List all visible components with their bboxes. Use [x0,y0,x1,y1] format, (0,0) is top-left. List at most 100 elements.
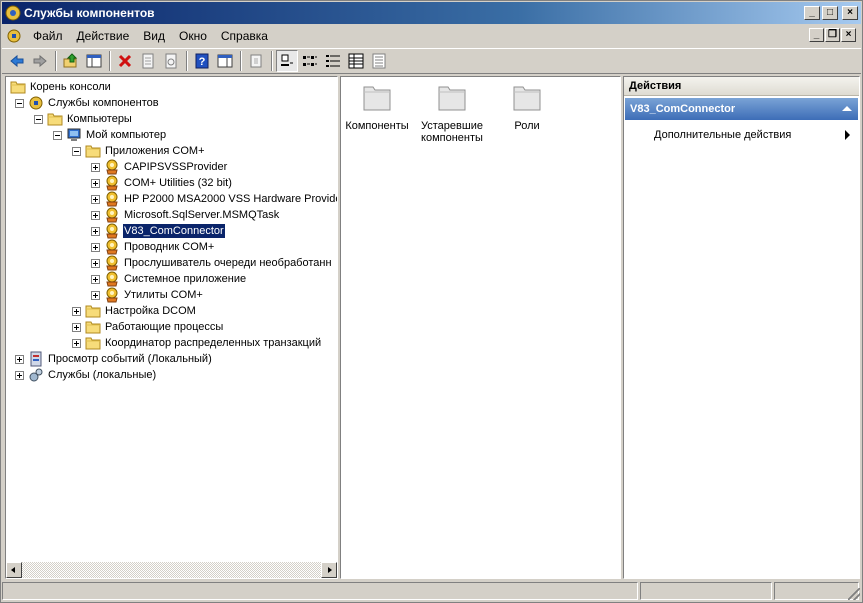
expand-plus-icon[interactable] [72,338,81,348]
title-bar[interactable]: Службы компонентов _ □ × [2,2,861,24]
up-level-button[interactable] [60,50,82,72]
small-icons-button[interactable] [299,50,321,72]
tree-node-label[interactable]: Координатор распределенных транзакций [104,336,322,350]
tree-node[interactable]: Корень консоли [10,79,112,95]
tree-node-label[interactable]: Системное приложение [123,272,247,286]
tree-node-label[interactable]: Прослушиватель очереди необработанн [123,256,333,270]
collapse-minus-icon[interactable] [53,130,62,140]
tree-node-label[interactable]: CAPIPSVSSProvider [123,160,228,174]
expand-plus-icon[interactable] [91,178,100,188]
tree-node-label[interactable]: V83_ComConnector [122,223,226,239]
large-icons-button[interactable] [276,50,298,72]
expand-plus-icon[interactable] [91,258,100,268]
tree-node-label[interactable]: COM+ Utilities (32 bit) [123,176,233,190]
mdi-close-button[interactable]: × [841,28,856,42]
mdi-minimize-button[interactable]: _ [809,28,824,42]
tree-node[interactable]: Компьютеры [34,111,133,127]
tree-node-label[interactable]: Мой компьютер [85,128,167,142]
collapse-minus-icon[interactable] [34,114,43,124]
properties-button[interactable] [137,50,159,72]
menu-file[interactable]: Файл [26,26,70,46]
tree-node-label[interactable]: Утилиты COM+ [123,288,204,302]
menu-window[interactable]: Окно [172,26,214,46]
expand-plus-icon[interactable] [72,306,81,316]
expand-plus-icon[interactable] [91,242,100,252]
tree-node[interactable]: Службы компонентов [15,95,160,111]
show-actions-icon [217,54,233,68]
menu-help[interactable]: Справка [214,26,275,46]
content-item-roles[interactable]: Роли [491,82,563,132]
expand-plus-icon[interactable] [91,210,100,220]
scroll-left-button[interactable] [6,562,22,578]
mmc-document-icon[interactable] [6,28,22,44]
tree-node-label[interactable]: Microsoft.SqlServer.MSMQTask [123,208,280,222]
delete-button[interactable] [114,50,136,72]
tree-node-label[interactable]: Приложения COM+ [104,144,206,158]
expand-plus-icon[interactable] [15,354,24,364]
new-window-button[interactable] [245,50,267,72]
expand-plus-icon[interactable] [91,226,100,236]
tree-node[interactable]: Прослушиватель очереди необработанн [91,255,333,271]
tree-node-label[interactable]: Компьютеры [66,112,133,126]
folder-icon [10,81,26,94]
tree-node[interactable]: Мой компьютер [53,127,167,143]
tree-node[interactable]: Утилиты COM+ [91,287,204,303]
tree-node-label[interactable]: Настройка DCOM [104,304,197,318]
expand-plus-icon[interactable] [91,162,100,172]
tree-node[interactable]: Службы (локальные) [15,367,157,383]
content-item-components[interactable]: Компоненты [341,82,413,132]
show-tree-button[interactable] [83,50,105,72]
expand-plus-icon[interactable] [72,322,81,332]
back-button[interactable] [6,50,28,72]
expand-plus-icon[interactable] [91,194,100,204]
folder-icon [85,305,101,318]
collapse-minus-icon[interactable] [72,146,81,156]
actions-section-selected[interactable]: V83_ComConnector [625,98,858,120]
menu-view[interactable]: Вид [136,26,172,46]
collapse-arrow-icon[interactable] [842,106,852,111]
tree-node-label[interactable]: Проводник COM+ [123,240,215,254]
close-button[interactable]: × [842,6,858,20]
tree-node[interactable]: Работающие процессы [72,319,224,335]
tree-node[interactable]: COM+ Utilities (32 bit) [91,175,233,191]
mdi-restore-button[interactable]: ❐ [825,28,840,42]
tree-node[interactable]: Microsoft.SqlServer.MSMQTask [91,207,280,223]
tree-node-label[interactable]: Корень консоли [29,80,112,94]
forward-button[interactable] [29,50,51,72]
minimize-button[interactable]: _ [804,6,820,20]
refresh-button[interactable] [160,50,182,72]
show-actions-button[interactable] [214,50,236,72]
menu-action[interactable]: Действие [70,26,137,46]
tree-node-label[interactable]: Службы (локальные) [47,368,157,382]
export-list-button[interactable] [368,50,390,72]
list-view-button[interactable] [322,50,344,72]
more-actions-item[interactable]: Дополнительные действия [654,127,854,143]
tree-node[interactable]: Системное приложение [91,271,247,287]
arrow-left-icon [11,567,15,573]
tree-node[interactable]: HP P2000 MSA2000 VSS Hardware Provider [91,191,337,207]
scroll-track[interactable] [22,562,321,578]
tree-node-label[interactable]: Работающие процессы [104,320,224,334]
expand-plus-icon[interactable] [15,370,24,380]
maximize-button[interactable]: □ [822,6,838,20]
tree-horizontal-scrollbar[interactable] [6,562,337,578]
tree-node[interactable]: Проводник COM+ [91,239,215,255]
tree-node[interactable]: Просмотр событий (Локальный) [15,351,213,367]
tree-node-label[interactable]: HP P2000 MSA2000 VSS Hardware Provider [123,192,337,206]
tree-node-label[interactable]: Просмотр событий (Локальный) [47,352,213,366]
collapse-minus-icon[interactable] [15,98,24,108]
tree-node-label[interactable]: Службы компонентов [47,96,160,110]
tree-node[interactable]: Координатор распределенных транзакций [72,335,322,351]
tree-node[interactable]: Приложения COM+ [72,143,206,159]
expand-plus-icon[interactable] [91,274,100,284]
tree-node[interactable]: CAPIPSVSSProvider [91,159,228,175]
resize-grip-icon[interactable] [848,588,860,600]
content-item-legacy-components[interactable]: Устаревшие компоненты [416,82,488,144]
details-view-button[interactable] [345,50,367,72]
tree-node[interactable]: Настройка DCOM [72,303,197,319]
help-button[interactable]: ? [191,50,213,72]
actions-section-title: V83_ComConnector [630,103,736,115]
expand-plus-icon[interactable] [91,290,100,300]
tree-node[interactable]: V83_ComConnector [91,223,226,239]
scroll-right-button[interactable] [321,562,337,578]
